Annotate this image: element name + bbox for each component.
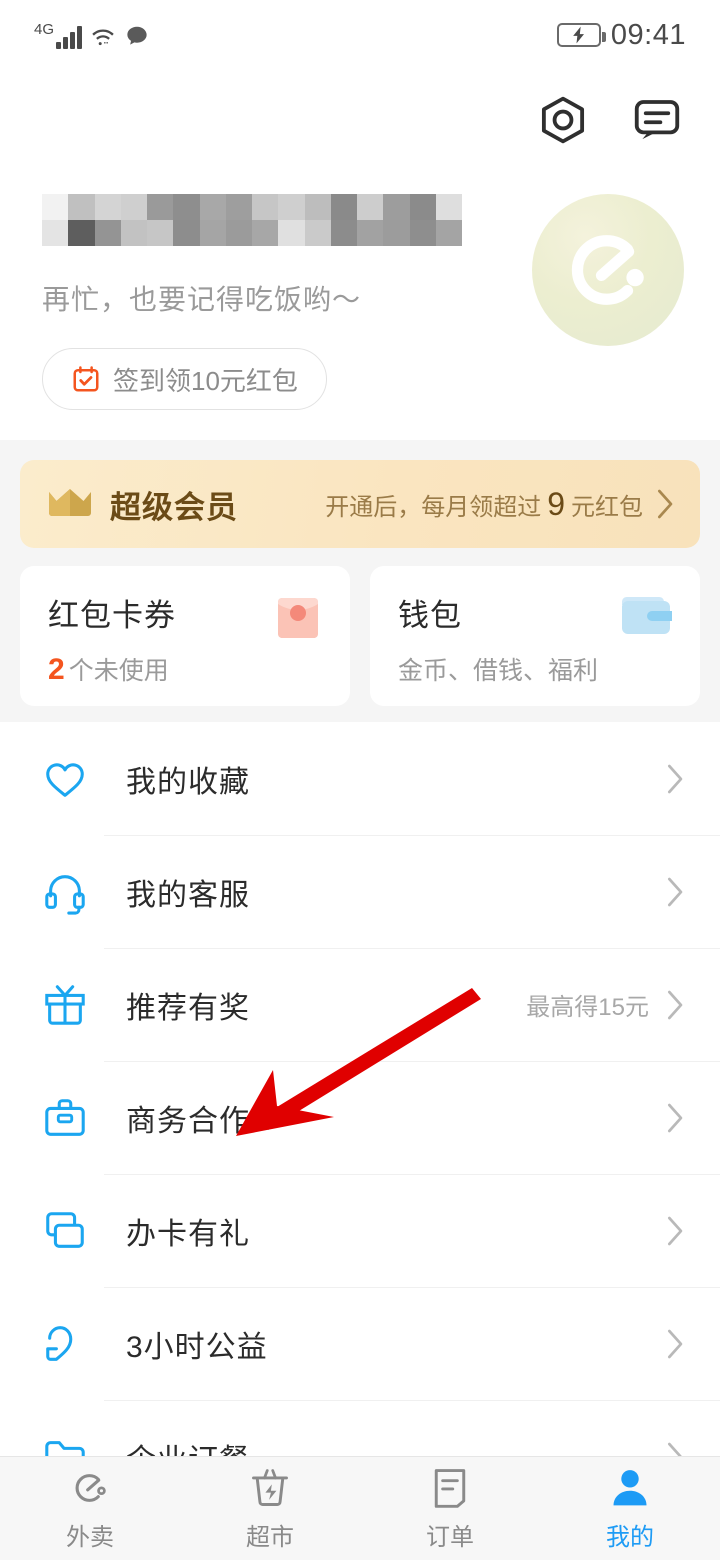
tab-label: 超市: [246, 1523, 294, 1551]
vip-desc-suffix: 元红包: [571, 493, 643, 521]
status-bar: 4G 09:41: [0, 0, 720, 70]
vip-title: 超级会员: [110, 489, 238, 525]
chevron-right-icon: [668, 1329, 683, 1358]
red-envelope-icon: [278, 598, 318, 638]
tab-label: 我的: [606, 1523, 654, 1551]
menu-item-label: 我的收藏: [126, 765, 250, 799]
chat-bubble-icon: [126, 26, 147, 45]
menu-item-label: 办卡有礼: [126, 1217, 250, 1251]
heart-icon: [46, 762, 84, 797]
headset-icon: [45, 874, 85, 915]
receipt-icon: [434, 1468, 466, 1508]
menu-list: 我的收藏 我的客服 推荐有奖 最高得15元 商务合作 办卡有礼 3小时公益 企业…: [0, 722, 720, 1462]
person-icon: [613, 1469, 647, 1505]
tab-profile[interactable]: 我的: [540, 1466, 720, 1552]
battery-charging-icon: [556, 23, 606, 47]
coupon-count: 2: [48, 653, 65, 686]
signal-bars-icon: [56, 25, 82, 49]
wifi-icon: [91, 29, 114, 45]
calendar-check-icon: [73, 366, 99, 392]
wallet-card-subtitle: 金币、借钱、福利: [398, 657, 599, 685]
menu-item-card-gift[interactable]: 办卡有礼: [0, 1174, 720, 1287]
status-bar-right: 09:41: [556, 18, 686, 52]
vip-desc-prefix: 开通后，每月领超过: [325, 493, 542, 521]
eleme-logo-icon: [571, 235, 644, 305]
coupon-card[interactable]: 红包卡券 2 个未使用: [20, 566, 350, 706]
username-masked: [42, 194, 462, 246]
menu-item-corporate-meal[interactable]: 企业订餐: [0, 1400, 720, 1462]
signin-label: 签到领10元红包: [113, 365, 298, 396]
status-bar-left: 4G: [34, 22, 150, 49]
chevron-right-icon: [668, 1216, 683, 1245]
gift-icon: [45, 984, 85, 1025]
menu-item-extra: 最高得15元: [526, 994, 649, 1021]
menu-item-favorites[interactable]: 我的收藏: [0, 722, 720, 835]
cards-icon: [46, 1211, 84, 1248]
chevron-right-icon: [668, 1103, 683, 1132]
menu-item-business-cooperation[interactable]: 商务合作: [0, 1061, 720, 1174]
tab-label: 外卖: [66, 1523, 114, 1551]
menu-item-referral[interactable]: 推荐有奖 最高得15元: [0, 948, 720, 1061]
crown-icon: [49, 489, 91, 516]
message-box-icon[interactable]: [630, 93, 684, 147]
chevron-right-icon: [668, 877, 683, 906]
menu-item-label: 3小时公益: [126, 1330, 268, 1364]
menu-item-label: 我的客服: [126, 878, 250, 912]
chevron-right-icon: [668, 990, 683, 1019]
tab-label: 订单: [426, 1523, 474, 1551]
tab-takeout[interactable]: 外卖: [0, 1466, 180, 1552]
quick-cards: 红包卡券 2 个未使用 钱包 金币、借钱、福利: [20, 566, 700, 706]
wallet-icon: [622, 597, 672, 634]
bottom-tab-bar: 外卖 超市 订单 我的: [0, 1456, 720, 1560]
coupon-card-subtitle: 2 个未使用: [48, 651, 350, 687]
signin-button[interactable]: 签到领10元红包: [42, 348, 327, 410]
chevron-right-icon: [668, 764, 683, 793]
menu-item-customer-service[interactable]: 我的客服: [0, 835, 720, 948]
basket-bolt-icon: [252, 1468, 288, 1506]
briefcase-icon: [45, 1098, 85, 1136]
vip-description: 开通后，每月领超过 9 元红包: [325, 486, 674, 523]
menu-item-label: 商务合作: [126, 1104, 250, 1138]
clock-label: 09:41: [610, 18, 686, 51]
app-screen: 4G 09:41 再忙，也要记得吃饭哟～ 签到领10元红包 超级会员 开通后，每…: [0, 0, 720, 1560]
super-member-banner[interactable]: 超级会员 开通后，每月领超过 9 元红包: [20, 460, 700, 548]
hexagon-settings-icon[interactable]: [536, 93, 590, 147]
vip-amount: 9: [547, 485, 565, 522]
network-type-label: 4G: [34, 20, 55, 38]
menu-item-charity[interactable]: 3小时公益: [0, 1287, 720, 1400]
coupon-count-suffix: 个未使用: [68, 657, 169, 685]
page-header: [0, 70, 720, 170]
avatar[interactable]: [532, 194, 684, 346]
hand-heart-icon: [46, 1325, 73, 1361]
eleme-logo-icon: [75, 1473, 106, 1502]
tab-orders[interactable]: 订单: [360, 1466, 540, 1552]
menu-item-label: 推荐有奖: [126, 991, 250, 1025]
profile-section: 再忙，也要记得吃饭哟～ 签到领10元红包: [0, 170, 720, 440]
tab-supermarket[interactable]: 超市: [180, 1466, 360, 1552]
chevron-right-icon: [658, 489, 673, 519]
wallet-card[interactable]: 钱包 金币、借钱、福利: [370, 566, 700, 706]
